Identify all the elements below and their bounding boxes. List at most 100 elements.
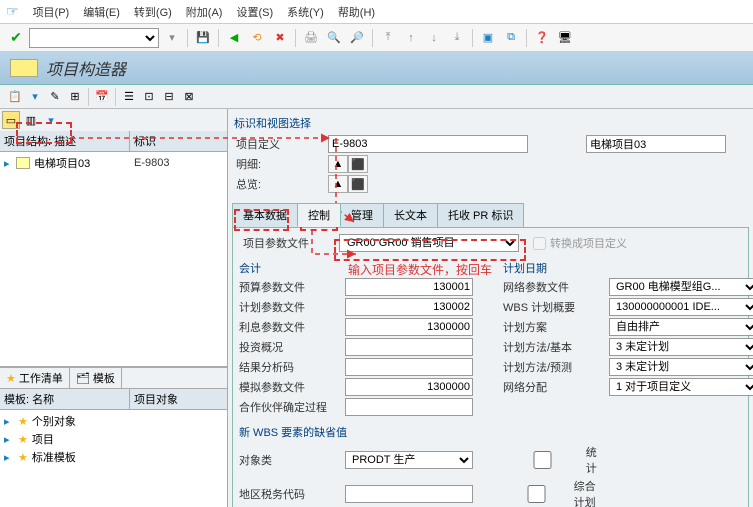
network-select[interactable]: GR00 电梯模型组G...: [609, 278, 753, 296]
tree-tb-2[interactable]: ▥: [22, 111, 40, 129]
expand-icon[interactable]: ▸: [4, 415, 14, 428]
menu-item-goto[interactable]: 转到(G): [134, 4, 172, 20]
overview-icon-2[interactable]: ⬛: [348, 175, 368, 193]
tab-basic[interactable]: 基本数据: [232, 203, 298, 227]
worklist-item[interactable]: ▸ ★ 个别对象: [2, 412, 225, 430]
sim-field[interactable]: [345, 378, 473, 396]
menu-item-system[interactable]: 系统(Y): [287, 4, 324, 20]
project-def-id[interactable]: [328, 135, 528, 153]
next-page-icon[interactable]: ↓: [424, 28, 444, 48]
planfile-field[interactable]: [345, 298, 473, 316]
tree-tb-3[interactable]: ▾: [42, 111, 60, 129]
invest-field[interactable]: [345, 338, 473, 356]
worklist-item-label: 标准模板: [32, 449, 76, 465]
objtype-select[interactable]: PRODT 生产: [345, 451, 473, 469]
netdist-select[interactable]: 1 对于项目定义: [609, 378, 753, 396]
dropdown-icon[interactable]: ▾: [162, 28, 182, 48]
tb-icon-8[interactable]: ⊟: [160, 88, 178, 106]
project-def-name[interactable]: [586, 135, 726, 153]
worklist-item-label: 个别对象: [32, 413, 76, 429]
worklist-tab-1[interactable]: ★工作清单: [0, 368, 70, 388]
tb-icon-7[interactable]: ⊡: [140, 88, 158, 106]
overview-icon-1[interactable]: ▲: [328, 175, 348, 193]
tb-icon-1[interactable]: 📋: [6, 88, 24, 106]
cancel-icon[interactable]: ✖: [270, 28, 290, 48]
label-account: 会计: [239, 260, 339, 276]
region-field[interactable]: [345, 485, 473, 503]
menu-item-settings[interactable]: 设置(S): [236, 4, 273, 20]
find-icon[interactable]: 🔍: [324, 28, 344, 48]
ok-icon[interactable]: ✔: [6, 28, 26, 48]
label-project-def: 项目定义: [232, 136, 328, 152]
tb-icon-2[interactable]: ▾: [26, 88, 44, 106]
tab-longtext[interactable]: 长文本: [383, 203, 438, 227]
method2-select[interactable]: 3 未定计划: [609, 358, 753, 376]
new-session-icon[interactable]: ▣: [478, 28, 498, 48]
help-icon[interactable]: ❓: [532, 28, 552, 48]
shortcut-icon[interactable]: ⧉: [501, 28, 521, 48]
wbs-defaults-title: 新 WBS 要素的缺省值: [239, 424, 742, 440]
tb-icon-3[interactable]: ✎: [46, 88, 64, 106]
combo-checkbox[interactable]: [503, 485, 570, 503]
tab-control[interactable]: 控制: [297, 203, 341, 227]
worklist-header: 模板: 名称 项目对象: [0, 389, 227, 410]
interest-field[interactable]: [345, 318, 473, 336]
tree-header-col2: 标识: [130, 131, 227, 151]
convert-checkbox-wrap: 转换成项目定义: [533, 235, 627, 251]
scheme-select[interactable]: 自由排产: [609, 318, 753, 336]
folder-icon: 🗂: [76, 372, 90, 385]
tree-toolbar: ▭ ▥ ▾: [0, 109, 227, 131]
menu-item-help[interactable]: 帮助(H): [338, 4, 375, 20]
wbs-summary-select[interactable]: 130000000001 IDE...: [609, 298, 753, 316]
tab-collect[interactable]: 托收 PR 标识: [437, 203, 524, 227]
tb-icon-6[interactable]: ☰: [120, 88, 138, 106]
page-title: 项目构造器: [46, 56, 126, 80]
layout-icon[interactable]: 🖥: [555, 28, 575, 48]
back-icon[interactable]: ◀: [224, 28, 244, 48]
profile-select[interactable]: GR00 GR00 销售项目: [339, 234, 519, 252]
expand-icon[interactable]: ▸: [4, 157, 16, 170]
detail-icon-2[interactable]: ⬛: [348, 155, 368, 173]
stat-checkbox[interactable]: [503, 451, 582, 469]
main-area: ▭ ▥ ▾ 项目结构: 描述 标识 ▸ 电梯项目03 E-9803 ★工作清单 …: [0, 109, 753, 507]
menu-item-edit[interactable]: 编辑(E): [83, 4, 120, 20]
worklist-header-col2: 项目对象: [130, 389, 227, 409]
result-field[interactable]: [345, 358, 473, 376]
menu-item-extra[interactable]: 附加(A): [186, 4, 223, 20]
first-page-icon[interactable]: ⤒: [378, 28, 398, 48]
partner-field[interactable]: [345, 398, 473, 416]
worklist-item[interactable]: ▸★标准模板: [2, 448, 225, 466]
tb-icon-4[interactable]: ⊞: [66, 88, 84, 106]
exit-icon[interactable]: ⟲: [247, 28, 267, 48]
star-icon: ★: [18, 415, 28, 428]
worklist-tab-label: 工作清单: [19, 370, 63, 386]
method1-select[interactable]: 3 未定计划: [609, 338, 753, 356]
tree-header: 项目结构: 描述 标识: [0, 131, 227, 152]
tb-icon-9[interactable]: ⊠: [180, 88, 198, 106]
expand-icon[interactable]: ▸: [4, 433, 14, 446]
label-partner: 合作伙伴确定过程: [239, 399, 339, 415]
title-bar: 项目构造器: [0, 52, 753, 85]
print-icon[interactable]: 🖨: [301, 28, 321, 48]
right-pane: 标识和视图选择 项目定义 明细: ▲ ⬛ 总览: ▲ ⬛ 基本数据 控制 管理 …: [228, 109, 753, 507]
worklist-header-col1: 模板: 名称: [0, 389, 130, 409]
tab-admin[interactable]: 管理: [340, 203, 384, 227]
tb-icon-5[interactable]: 📅: [93, 88, 111, 106]
control-panel: 项目参数文件 GR00 GR00 销售项目 转换成项目定义 会计 计划日期 预算…: [232, 228, 749, 507]
detail-icon-1[interactable]: ▲: [328, 155, 348, 173]
worklist-tab-2[interactable]: 🗂模板: [70, 368, 122, 388]
find-next-icon[interactable]: 🔎: [347, 28, 367, 48]
budget-field[interactable]: [345, 278, 473, 296]
expand-icon[interactable]: ▸: [4, 451, 14, 464]
menu-bar: ☞ 项目(P) 编辑(E) 转到(G) 附加(A) 设置(S) 系统(Y) 帮助…: [0, 0, 753, 24]
tree-row[interactable]: ▸ 电梯项目03 E-9803: [2, 154, 225, 172]
label-netdist: 网络分配: [503, 379, 603, 395]
tree-tb-1[interactable]: ▭: [2, 111, 20, 129]
menu-item-project[interactable]: 项目(P): [33, 4, 70, 20]
section-title: 标识和视图选择: [232, 113, 749, 135]
last-page-icon[interactable]: ⤓: [447, 28, 467, 48]
command-field[interactable]: [29, 28, 159, 48]
prev-page-icon[interactable]: ↑: [401, 28, 421, 48]
save-icon[interactable]: 💾: [193, 28, 213, 48]
worklist-item[interactable]: ▸★项目: [2, 430, 225, 448]
